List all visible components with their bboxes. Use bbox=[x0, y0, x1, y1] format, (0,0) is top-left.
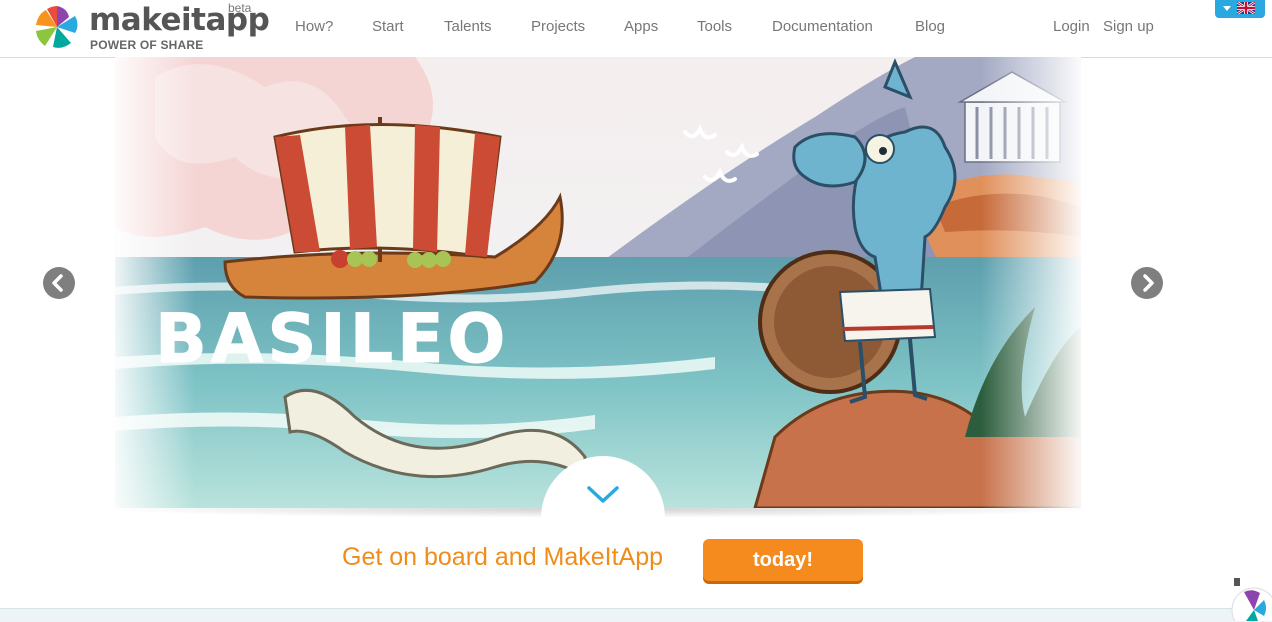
logo[interactable]: makeitapp beta POWER OF SHARE bbox=[33, 1, 270, 53]
pinwheel-logo-icon bbox=[36, 6, 78, 48]
chevron-right-icon bbox=[1143, 274, 1154, 292]
beta-badge: beta bbox=[228, 1, 252, 15]
nav-how[interactable]: How? bbox=[295, 18, 333, 35]
pinwheel-widget-icon bbox=[1231, 578, 1272, 621]
chat-widget[interactable] bbox=[1228, 578, 1272, 621]
footer-band bbox=[0, 608, 1272, 622]
site-header: makeitapp beta POWER OF SHARE How? Start… bbox=[0, 0, 1272, 58]
chevron-down-icon bbox=[587, 486, 619, 503]
uk-flag-icon bbox=[1237, 2, 1255, 14]
nav-tools[interactable]: Tools bbox=[697, 18, 732, 35]
slider-next-button[interactable] bbox=[1131, 267, 1163, 299]
logo-tagline: POWER OF SHARE bbox=[90, 38, 204, 52]
hero-slide: BASILEO bbox=[115, 57, 1081, 508]
nav-projects[interactable]: Projects bbox=[531, 18, 585, 35]
signup-link[interactable]: Sign up bbox=[1103, 18, 1154, 35]
nav-apps[interactable]: Apps bbox=[624, 18, 658, 35]
slider-prev-button[interactable] bbox=[43, 267, 75, 299]
login-link[interactable]: Login bbox=[1053, 18, 1090, 35]
nav-documentation[interactable]: Documentation bbox=[772, 18, 873, 35]
nav-blog[interactable]: Blog bbox=[915, 18, 945, 35]
nav-talents[interactable]: Talents bbox=[444, 18, 492, 35]
nav-start[interactable]: Start bbox=[372, 18, 404, 35]
language-selector[interactable] bbox=[1215, 0, 1265, 18]
chevron-left-icon bbox=[52, 274, 63, 292]
hero-illustration: BASILEO bbox=[115, 57, 1081, 508]
cta-text: Get on board and MakeItApp bbox=[342, 543, 664, 571]
caret-down-icon bbox=[1223, 6, 1231, 11]
today-button[interactable]: today! bbox=[703, 539, 863, 581]
hero-title: BASILEO bbox=[155, 300, 509, 379]
